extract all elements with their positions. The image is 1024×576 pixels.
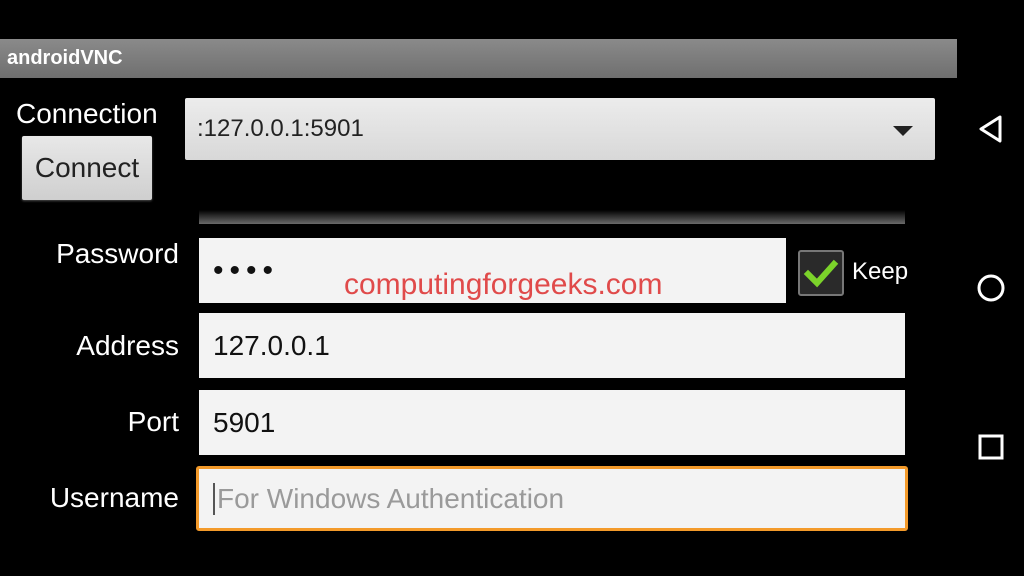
connect-button[interactable]: Connect xyxy=(22,136,152,200)
username-field[interactable]: For Windows Authentication xyxy=(196,466,908,531)
app-title: androidVNC xyxy=(7,47,123,69)
connection-select[interactable]: :127.0.0.1:5901 xyxy=(185,98,935,160)
back-icon[interactable] xyxy=(974,112,1008,146)
home-icon[interactable] xyxy=(974,271,1008,305)
password-value: •••• xyxy=(213,253,280,287)
connection-select-value: :127.0.0.1:5901 xyxy=(197,115,364,142)
address-value: 127.0.0.1 xyxy=(213,329,330,361)
address-label: Address xyxy=(76,330,179,361)
port-field[interactable]: 5901 xyxy=(199,390,905,455)
password-label: Password xyxy=(56,238,179,269)
port-label: Port xyxy=(127,406,179,437)
watermark: computingforgeeks.com xyxy=(344,268,663,301)
divider xyxy=(199,210,905,224)
username-placeholder: For Windows Authentication xyxy=(217,482,565,514)
username-label: Username xyxy=(49,482,179,513)
keep-checkbox[interactable] xyxy=(798,250,844,296)
recents-icon[interactable] xyxy=(974,430,1008,464)
port-value: 5901 xyxy=(213,406,276,438)
connection-label: Connection xyxy=(16,98,158,129)
checkmark-icon xyxy=(803,259,839,288)
text-cursor xyxy=(213,482,215,515)
app-title-bar: androidVNC xyxy=(0,39,957,78)
keep-label: Keep xyxy=(852,258,909,285)
address-field[interactable]: 127.0.0.1 xyxy=(199,313,905,378)
dropdown-arrow-icon xyxy=(893,126,913,136)
